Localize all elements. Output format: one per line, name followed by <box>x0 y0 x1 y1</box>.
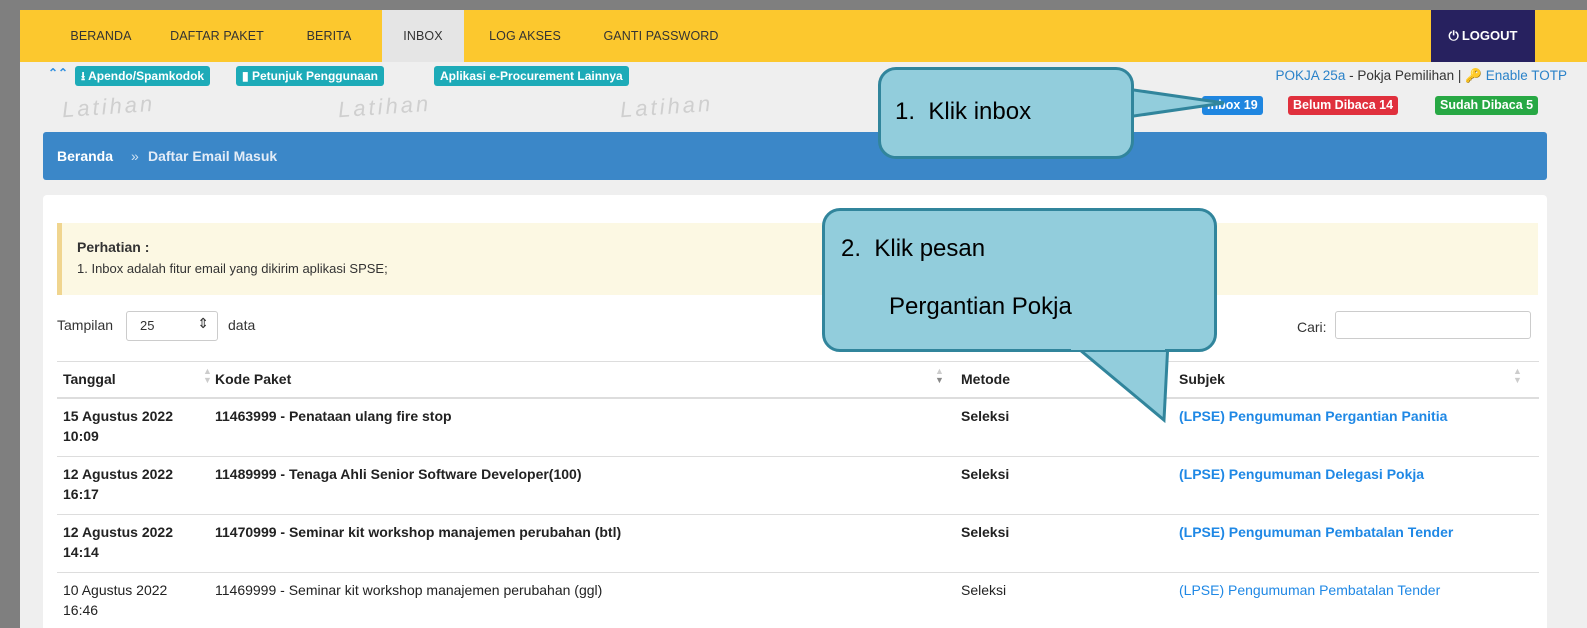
page-length-value: 25 <box>140 318 155 333</box>
read-badge[interactable]: Sudah Dibaca 5 <box>1435 96 1539 115</box>
book-icon: ▮ <box>242 69 252 83</box>
inbox-table: Tanggal ▲ ▼ Kode Paket ▲ ▼ Metode Subjek ▲… <box>57 361 1539 628</box>
aplikasi-lainnya-label: Aplikasi e-Procurement Lainnya <box>440 69 623 83</box>
callout-step1: 1. Klik inbox <box>878 67 1134 159</box>
cell-subjek-link[interactable]: (LPSE) Pengumuman Pembatalan Tender <box>1179 522 1453 542</box>
cell-kode-paket: 11469999 - Seminar kit workshop manajeme… <box>215 582 603 598</box>
notice-box: Perhatian : 1. Inbox adalah fitur email … <box>57 223 1538 295</box>
power-icon: ⏻ <box>1448 28 1459 43</box>
table-row[interactable]: 12 Agustus 2022 14:14 11470999 - Seminar … <box>57 515 1539 573</box>
cell-tanggal: 10 Agustus 2022 16:46 <box>63 582 168 618</box>
user-role: - Pokja Pemilihan | <box>1345 68 1466 83</box>
cell-tanggal: 15 Agustus 2022 10:09 <box>63 408 173 444</box>
notice-title: Perhatian : <box>77 239 150 255</box>
top-navbar: BERANDA DAFTAR PAKET BERITA INBOX LOG AK… <box>20 10 1587 62</box>
page-length-select[interactable]: 25 ⇕ <box>126 311 218 341</box>
sort-icon[interactable]: ▲ ▼ <box>1513 367 1522 385</box>
unread-badge[interactable]: Belum Dibaca 14 <box>1288 96 1399 115</box>
sort-icon[interactable]: ▲ ▼ <box>203 367 212 385</box>
nav-ganti-password[interactable]: GANTI PASSWORD <box>594 10 728 62</box>
cell-tanggal: 12 Agustus 2022 14:14 <box>63 524 173 560</box>
nav-daftar-paket[interactable]: DAFTAR PAKET <box>164 10 270 62</box>
search-input[interactable] <box>1335 311 1531 339</box>
petunjuk-label: Petunjuk Penggunaan <box>251 69 378 83</box>
callout-step2-line1: 2. Klik pesan <box>841 235 986 262</box>
user-link[interactable]: POKJA 25a <box>1276 68 1346 83</box>
cell-tanggal: 12 Agustus 2022 16:17 <box>63 466 173 502</box>
breadcrumb: Beranda » Daftar Email Masuk <box>43 132 1547 180</box>
callout1-tail <box>1118 86 1225 120</box>
apendo-label: Apendo/Spamkodok <box>88 69 205 83</box>
toolbar: ⌃⌃ ⭳ Apendo/Spamkodok ▮ Petunjuk Penggun… <box>20 62 1587 90</box>
callout-step2: 2. Klik pesan Pergantian Pokja <box>822 208 1217 352</box>
table-row[interactable]: 10 Agustus 2022 16:46 11469999 - Seminar … <box>57 573 1539 628</box>
search-label: Cari: <box>1297 319 1327 335</box>
select-arrows-icon: ⇕ <box>197 315 209 331</box>
cell-metode: Seleksi <box>961 582 1007 598</box>
watermark-text: Latihan <box>619 90 714 123</box>
key-icon: 🔑 <box>1465 68 1486 83</box>
nav-beranda[interactable]: BERANDA <box>58 10 144 62</box>
nav-berita[interactable]: BERITA <box>296 10 362 62</box>
breadcrumb-current: Daftar Email Masuk <box>148 148 278 164</box>
cell-metode: Seleksi <box>961 524 1010 540</box>
cell-subjek-link[interactable]: (LPSE) Pengumuman Delegasi Pokja <box>1179 464 1424 484</box>
table-row[interactable]: 15 Agustus 2022 10:09 11463999 - Penataan… <box>57 399 1539 457</box>
apendo-button[interactable]: ⭳ Apendo/Spamkodok <box>75 66 211 86</box>
logout-button[interactable]: ⏻ LOGOUT <box>1431 10 1535 62</box>
col-metode[interactable]: Metode <box>961 371 1010 387</box>
notice-text: 1. Inbox adalah fitur email yang dikirim… <box>77 261 388 276</box>
inbox-panel: Perhatian : 1. Inbox adalah fitur email … <box>43 195 1547 628</box>
sort-icon[interactable]: ▲ ▼ <box>935 367 944 385</box>
breadcrumb-separator: » <box>131 148 139 164</box>
callout2-seam <box>1071 342 1165 350</box>
breadcrumb-home[interactable]: Beranda <box>57 148 113 164</box>
app-window: BERANDA DAFTAR PAKET BERITA INBOX LOG AK… <box>20 10 1587 628</box>
cell-kode-paket: 11463999 - Penataan ulang fire stop <box>215 408 452 424</box>
collapse-chevron-icon[interactable]: ⌃⌃ <box>48 66 68 80</box>
length-suffix: data <box>228 317 256 333</box>
watermark-text: Latihan <box>61 90 156 123</box>
cell-metode: Seleksi <box>961 408 1010 424</box>
nav-inbox[interactable]: INBOX <box>382 10 464 62</box>
table-header: Tanggal ▲ ▼ Kode Paket ▲ ▼ Metode Subjek ▲… <box>57 361 1539 399</box>
logout-label: LOGOUT <box>1461 28 1518 43</box>
callout-step1-text: 1. Klik inbox <box>895 98 1032 125</box>
col-tanggal[interactable]: Tanggal <box>63 371 116 387</box>
cell-subjek-link[interactable]: (LPSE) Pengumuman Pembatalan Tender <box>1179 580 1440 600</box>
length-label: Tampilan <box>57 317 114 333</box>
cell-metode: Seleksi <box>961 466 1010 482</box>
cell-kode-paket: 11470999 - Seminar kit workshop manajeme… <box>215 524 622 540</box>
cell-kode-paket: 11489999 - Tenaga Ahli Senior Software D… <box>215 466 582 482</box>
enable-totp-link[interactable]: Enable TOTP <box>1486 68 1567 83</box>
aplikasi-lainnya-button[interactable]: Aplikasi e-Procurement Lainnya <box>434 66 629 86</box>
watermark-text: Latihan <box>337 90 432 123</box>
col-kode-paket[interactable]: Kode Paket <box>215 371 291 387</box>
nav-log-akses[interactable]: LOG AKSES <box>482 10 568 62</box>
user-info: POKJA 25a - Pokja Pemilihan | 🔑 Enable T… <box>1276 68 1567 84</box>
callout-step2-line2: Pergantian Pokja <box>889 293 1072 320</box>
table-row[interactable]: 12 Agustus 2022 16:17 11489999 - Tenaga A… <box>57 457 1539 515</box>
petunjuk-button[interactable]: ▮ Petunjuk Penggunaan <box>236 66 384 86</box>
callout2-tail <box>1063 338 1170 424</box>
